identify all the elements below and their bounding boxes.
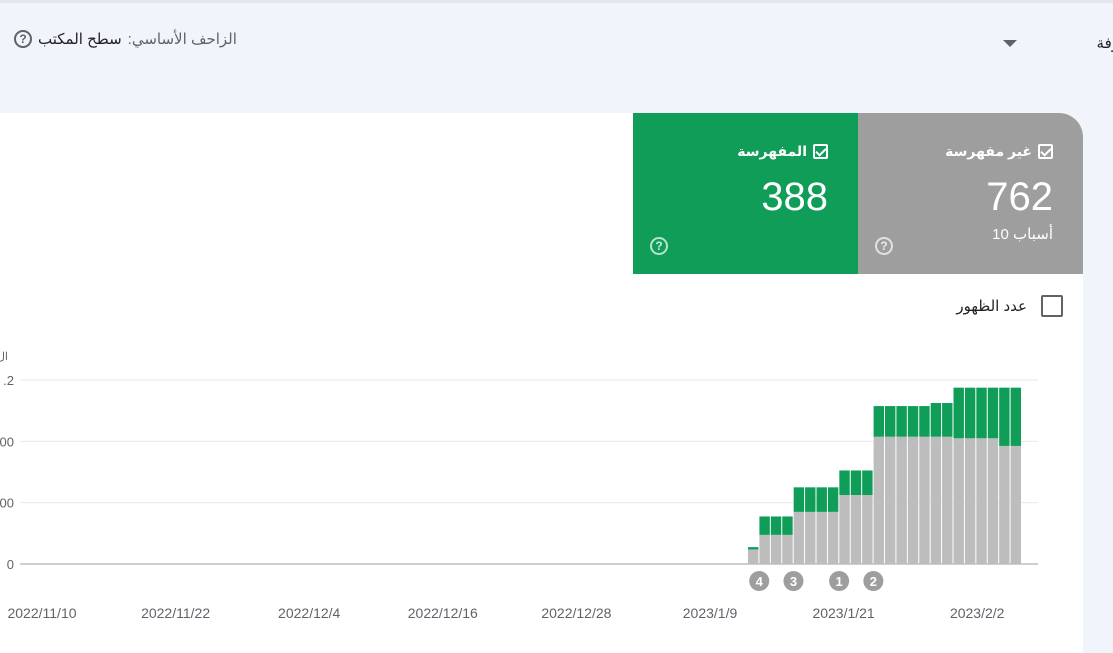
not-indexed-value: 762 <box>986 175 1053 219</box>
y-tick-label: .2 <box>3 373 14 388</box>
bar-indexed <box>759 516 770 535</box>
bar-indexed <box>839 470 850 495</box>
bar-indexed <box>999 387 1010 446</box>
checkbox-unchecked-icon[interactable] <box>1041 295 1063 317</box>
bar-indexed <box>748 547 759 550</box>
indexed-value: 388 <box>761 175 828 219</box>
annotation-label: 2 <box>870 574 877 589</box>
dropdown-label: وفة <box>1096 35 1113 52</box>
bar-indexed <box>1010 387 1021 446</box>
bar-indexed <box>827 487 839 512</box>
help-icon[interactable]: ? <box>14 30 32 48</box>
x-tick-label: 2022/11/22 <box>141 605 210 621</box>
bar-not-indexed <box>919 436 930 564</box>
not-indexed-header: غير مفهرسة <box>945 143 1053 160</box>
not-indexed-reasons: 10 أسباب <box>992 226 1053 243</box>
bar-indexed <box>770 516 782 535</box>
bar-not-indexed <box>964 438 976 564</box>
bar-not-indexed <box>816 511 827 564</box>
bar-not-indexed <box>759 534 770 564</box>
bar-indexed <box>930 403 942 437</box>
bar-not-indexed <box>953 438 964 564</box>
bar-indexed <box>862 470 873 495</box>
bar-not-indexed <box>862 495 873 564</box>
help-icon[interactable]: ? <box>650 237 668 255</box>
bar-indexed <box>976 387 987 439</box>
checkbox-checked-icon[interactable] <box>813 144 828 159</box>
bar-not-indexed <box>770 534 782 564</box>
not-indexed-card[interactable]: غير مفهرسة 762 10 أسباب ? <box>858 113 1083 274</box>
checkbox-checked-icon[interactable] <box>1038 144 1053 159</box>
bar-not-indexed <box>1010 445 1021 564</box>
x-tick-label: 2022/12/16 <box>408 605 478 621</box>
y-axis-title: ال <box>0 351 8 363</box>
crawler-label: الزاحف الأساسي: <box>127 31 237 48</box>
y-tick-label: 00 <box>0 434 14 449</box>
y-tick-label: 00 <box>0 496 14 511</box>
bar-not-indexed <box>885 436 896 564</box>
bar-not-indexed <box>907 436 919 564</box>
impressions-toggle[interactable]: عدد الظهور <box>956 295 1063 317</box>
annotation-label: 4 <box>756 574 764 589</box>
indexed-card[interactable]: المفهرسة 388 ? <box>633 113 858 274</box>
x-tick-label: 2023/2/2 <box>950 605 1005 621</box>
indexing-chart: 00000.2ال2022/11/10 2022/11/22 2022/12/4 20… <box>0 351 1038 621</box>
x-tick-label: 2022/11/10 <box>7 605 76 621</box>
filter-dropdown[interactable]: وفة <box>1003 30 1113 58</box>
bar-not-indexed <box>930 436 942 564</box>
indexed-title: المفهرسة <box>737 143 807 159</box>
bar-indexed <box>850 470 862 495</box>
bar-indexed <box>953 387 964 439</box>
bar-not-indexed <box>999 445 1010 564</box>
annotation-label: 1 <box>836 574 843 589</box>
bar-not-indexed <box>805 511 816 564</box>
bar-indexed <box>885 406 896 437</box>
bar-indexed <box>782 516 793 535</box>
bar-not-indexed <box>896 436 907 564</box>
not-indexed-title: غير مفهرسة <box>945 143 1032 159</box>
bar-not-indexed <box>782 534 793 564</box>
x-tick-label: 2023/1/21 <box>812 605 874 621</box>
impressions-label: عدد الظهور <box>956 298 1027 315</box>
bar-not-indexed <box>976 438 987 564</box>
bar-indexed <box>816 487 827 512</box>
bar-indexed <box>793 487 805 512</box>
bar-not-indexed <box>793 511 805 564</box>
bar-indexed <box>907 406 919 437</box>
bar-indexed <box>896 406 907 437</box>
crawler-value: سطح المكتب <box>38 31 122 48</box>
bar-indexed <box>873 406 884 437</box>
top-divider <box>0 0 1113 3</box>
annotation-label: 3 <box>790 574 797 589</box>
bar-indexed <box>919 406 930 437</box>
bar-indexed <box>942 403 953 437</box>
x-tick-label: 2022/12/28 <box>541 605 611 621</box>
indexed-header: المفهرسة <box>737 143 828 160</box>
help-icon[interactable]: ? <box>875 237 893 255</box>
chevron-down-icon <box>1003 40 1017 47</box>
primary-crawler-indicator: الزاحف الأساسي: سطح المكتب ? <box>14 30 237 48</box>
bar-not-indexed <box>850 495 862 564</box>
x-tick-label: 2023/1/9 <box>683 605 738 621</box>
bar-indexed <box>805 487 816 512</box>
bar-indexed <box>987 387 999 439</box>
bar-not-indexed <box>987 438 999 564</box>
x-tick-label: 2022/12/4 <box>278 605 340 621</box>
bar-indexed <box>964 387 976 439</box>
bar-not-indexed <box>942 436 953 564</box>
bar-not-indexed <box>748 549 759 564</box>
bar-not-indexed <box>827 511 839 564</box>
bar-not-indexed <box>839 495 850 564</box>
bar-not-indexed <box>873 436 884 564</box>
y-tick-label: 0 <box>7 557 14 572</box>
